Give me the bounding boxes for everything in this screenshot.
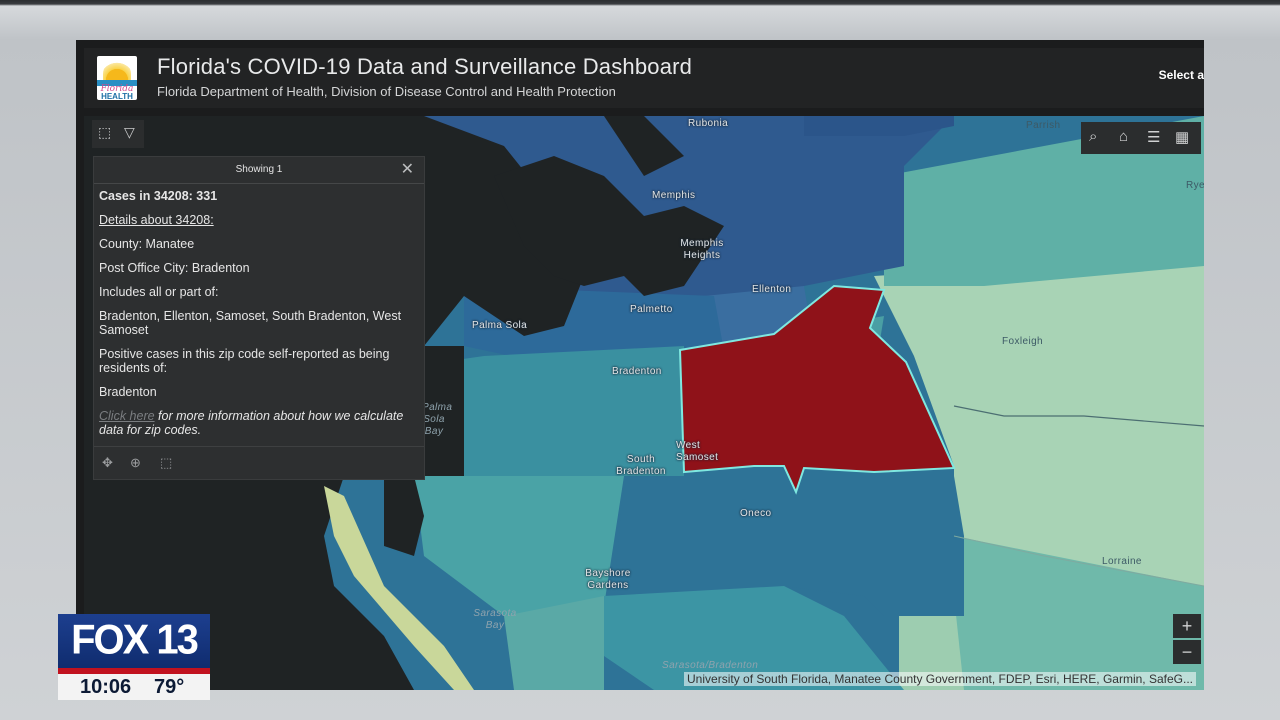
popup-residents-label: Positive cases in this zip code self-rep… xyxy=(99,347,390,375)
place-memphis: Memphis xyxy=(652,190,696,201)
sun-icon xyxy=(103,60,131,80)
popup-note: Click here for more information about ho… xyxy=(99,409,418,437)
map-toolbar: ⌕ ⌂ ☰ ▦ xyxy=(1081,122,1201,154)
clock-time: 10:06 xyxy=(80,676,132,698)
florida-health-logo: Florida HEALTH xyxy=(97,56,137,100)
popup-cases: Cases in 34208: 331 xyxy=(99,189,218,203)
place-memphis-heights: Memphis Heights xyxy=(680,238,724,261)
logo-text-health: HEALTH xyxy=(101,92,133,100)
place-sarasota-bradenton: Sarasota/Bradenton xyxy=(662,660,759,671)
select-pointer-icon[interactable]: ⬚ xyxy=(98,124,111,141)
info-popup: Showing 1 ✕ Cases in 34208: 331 Details … xyxy=(93,156,425,480)
place-palma-sola-bay: Palma Sola Bay xyxy=(422,402,453,437)
popup-count: Showing 1 xyxy=(235,164,283,175)
temperature: 79° xyxy=(154,676,185,698)
place-palmetto: Palmetto xyxy=(630,304,673,315)
home-icon[interactable]: ⌂ xyxy=(1119,128,1128,145)
place-ellenton: Ellenton xyxy=(752,284,792,295)
zoom-in-button[interactable]: + xyxy=(1173,614,1201,638)
dashboard-screen: Florida HEALTH Florida's COVID-19 Data a… xyxy=(76,40,1204,690)
place-palma-sola: Palma Sola xyxy=(472,320,528,331)
zip-code-map[interactable]: Rubonia Parrish Rye Memphis Memphis Heig… xyxy=(84,116,1204,690)
basemap-grid-icon[interactable]: ▦ xyxy=(1175,128,1189,146)
place-west-samoset: West Samoset xyxy=(676,440,719,463)
fox13-logo: FOX 13 xyxy=(71,616,199,664)
select-menu-button[interactable]: Select a xyxy=(1159,68,1204,82)
popup-residents-value: Bradenton xyxy=(99,385,157,399)
close-icon[interactable]: ✕ xyxy=(401,157,414,183)
click-here-link[interactable]: Click here xyxy=(99,409,155,423)
popup-city: Post Office City: Bradenton xyxy=(99,261,250,275)
popup-details-link[interactable]: Details about 34208: xyxy=(99,213,418,227)
zoom-out-button[interactable]: − xyxy=(1173,640,1201,664)
map-attribution: University of South Florida, Manatee Cou… xyxy=(684,672,1196,686)
legend-list-icon[interactable]: ☰ xyxy=(1147,128,1160,146)
place-rubonia: Rubonia xyxy=(688,118,729,129)
place-bayshore-gardens: Bayshore Gardens xyxy=(585,568,631,591)
fox13-time-temp: 10:06 79° xyxy=(58,674,210,700)
select-tool-group: ⬚ ▽ xyxy=(92,120,144,148)
place-south-bradenton: South Bradenton xyxy=(616,454,666,477)
place-rye: Rye xyxy=(1186,180,1204,191)
fox13-brand-panel: FOX 13 xyxy=(58,614,210,674)
popup-includes-label: Includes all or part of: xyxy=(99,285,219,299)
popup-footer: ✥ ⊕ ⬚ xyxy=(94,446,424,479)
zoom-to-icon[interactable]: ⊕ xyxy=(130,455,141,471)
dashboard-header: Florida HEALTH Florida's COVID-19 Data a… xyxy=(84,48,1204,108)
place-sarasota-bay: Sarasota Bay xyxy=(473,608,517,631)
page-title: Florida's COVID-19 Data and Surveillance… xyxy=(157,54,693,79)
place-oneco: Oneco xyxy=(740,508,772,519)
page-subtitle: Florida Department of Health, Division o… xyxy=(157,84,616,99)
place-parrish: Parrish xyxy=(1026,120,1061,131)
place-bradenton: Bradenton xyxy=(612,366,662,377)
select-feature-icon[interactable]: ⬚ xyxy=(160,455,172,471)
pan-icon[interactable]: ✥ xyxy=(102,455,113,471)
search-icon[interactable]: ⌕ xyxy=(1089,128,1097,145)
popup-body: Cases in 34208: 331 Details about 34208:… xyxy=(94,184,424,437)
fox13-bug: FOX 13 10:06 79° xyxy=(58,614,210,700)
place-foxleigh: Foxleigh xyxy=(1002,336,1043,347)
popup-includes-list: Bradenton, Ellenton, Samoset, South Brad… xyxy=(99,309,402,337)
popup-header: Showing 1 ✕ xyxy=(94,157,424,184)
popup-county: County: Manatee xyxy=(99,237,195,251)
place-lorraine: Lorraine xyxy=(1102,556,1142,567)
chevron-down-icon[interactable]: ▽ xyxy=(124,124,135,141)
